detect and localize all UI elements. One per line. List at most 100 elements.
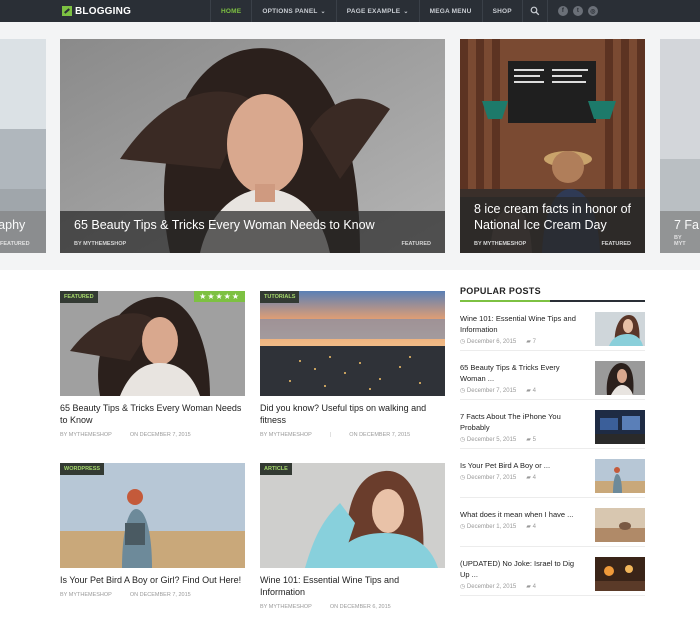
clock-icon: ◷ December 1, 2015: [460, 524, 517, 530]
post-title[interactable]: 65 Beauty Tips & Tricks Every Woman Need…: [60, 402, 245, 426]
slide-title[interactable]: 8 ice cream facts in honor of National I…: [474, 201, 635, 233]
popular-post-thumbnail[interactable]: [595, 508, 645, 542]
slide-author[interactable]: BY MYTHEMESHOP: [74, 241, 126, 247]
post-title[interactable]: Wine 101: Essential Wine Tips and Inform…: [260, 574, 445, 598]
comment-icon: ▰ 4: [526, 388, 536, 394]
carousel-slide-prev[interactable]: raphy FEATURED: [0, 39, 46, 253]
popular-post-date: December 5, 2015: [466, 437, 517, 443]
site-logo[interactable]: BLOGGING: [0, 0, 210, 22]
slide-title[interactable]: 7 Fa: [674, 217, 699, 233]
popular-post-title[interactable]: Wine 101: Essential Wine Tips and Inform…: [460, 313, 585, 335]
rating-stars: ★★★★★: [194, 291, 245, 302]
post-date: ON DECEMBER 7, 2015: [349, 432, 411, 438]
popular-post-thumbnail[interactable]: [595, 312, 645, 346]
post-date: ON DECEMBER 7, 2015: [129, 432, 191, 438]
popular-post-item[interactable]: (UPDATED) No Joke: Israel to Dig Up ... …: [460, 547, 645, 596]
featured-carousel: raphy FEATURED 65 Beauty Tips & Tricks E…: [0, 22, 700, 270]
nav-item-mega-menu[interactable]: MEGA MENU: [418, 0, 482, 22]
carousel-slide-main[interactable]: 65 Beauty Tips & Tricks Every Woman Need…: [60, 39, 445, 253]
popular-post-thumbnail[interactable]: [595, 557, 645, 591]
comment-count: 4: [532, 584, 536, 590]
popular-post-item[interactable]: What does it mean when I have ... ◷ Dece…: [460, 498, 645, 547]
nav-item-label: HOME: [221, 7, 242, 15]
post-category-tag[interactable]: ARTICLE: [260, 463, 292, 475]
popular-post-date: December 2, 2015: [466, 584, 517, 590]
post-category-tag[interactable]: FEATURED: [60, 291, 98, 303]
popular-post-thumbnail[interactable]: [595, 459, 645, 493]
post-card[interactable]: ARTICLE Wine 101: Essential Wine Tips an…: [260, 463, 445, 610]
social-links: f t ◎: [546, 0, 598, 22]
popular-post-meta: ◷ December 1, 2015 ▰ 4: [460, 523, 585, 530]
popular-post-item[interactable]: Wine 101: Essential Wine Tips and Inform…: [460, 302, 645, 351]
popular-post-item[interactable]: 7 Facts About The iPhone You Probably ◷ …: [460, 400, 645, 449]
post-author[interactable]: BY MYTHEMESHOP: [60, 432, 112, 438]
instagram-icon[interactable]: ◎: [587, 6, 598, 16]
comment-count: 4: [532, 524, 536, 530]
post-thumbnail[interactable]: TUTORIALS: [260, 291, 445, 396]
nav-item-shop[interactable]: SHOP: [481, 0, 522, 22]
slide-author[interactable]: BY MYTHEMESHOP: [474, 241, 526, 247]
popular-post-title[interactable]: 65 Beauty Tips & Tricks Every Woman ...: [460, 362, 585, 384]
post-thumbnail[interactable]: FEATURED ★★★★★: [60, 291, 245, 396]
post-author[interactable]: BY MYTHEMESHOP: [260, 432, 312, 438]
twitter-icon[interactable]: t: [572, 6, 583, 16]
comment-icon: ▰ 4: [526, 475, 536, 481]
slide-category: FEATURED: [0, 241, 30, 247]
post-category-tag[interactable]: TUTORIALS: [260, 291, 300, 303]
slide-meta: BY MYT: [674, 235, 686, 247]
logo-icon: [62, 6, 72, 16]
popular-post-item[interactable]: 65 Beauty Tips & Tricks Every Woman ... …: [460, 351, 645, 400]
post-meta: BY MYTHEMESHOP ON DECEMBER 7, 2015: [60, 592, 245, 598]
popular-posts-widget: POPULAR POSTS Wine 101: Essential Wine T…: [460, 286, 645, 596]
post-card[interactable]: FEATURED ★★★★★ 65 Beauty Tips & Tricks E…: [60, 291, 245, 438]
slide-category[interactable]: FEATURED: [401, 241, 431, 247]
carousel-slide-next[interactable]: 7 Fa BY MYT: [660, 39, 700, 253]
clock-icon: ◷ December 7, 2015: [460, 475, 517, 481]
comment-count: 7: [532, 339, 536, 345]
post-date: ON DECEMBER 6, 2015: [329, 604, 391, 610]
search-icon: [530, 6, 540, 16]
popular-post-title[interactable]: (UPDATED) No Joke: Israel to Dig Up ...: [460, 558, 585, 580]
nav-item-label: MEGA MENU: [429, 7, 472, 15]
popular-post-thumbnail[interactable]: [595, 410, 645, 444]
nav-item-page-example[interactable]: PAGE EXAMPLE ⌄: [335, 0, 419, 22]
slide-title[interactable]: raphy: [0, 217, 25, 233]
post-date: ON DECEMBER 7, 2015: [129, 592, 191, 598]
popular-post-thumbnail[interactable]: [595, 361, 645, 395]
nav-item-home[interactable]: HOME: [210, 0, 251, 22]
popular-post-date: December 6, 2015: [466, 339, 517, 345]
post-card[interactable]: WORDPRESS Is Your Pet Bird A Boy or Girl…: [60, 463, 245, 598]
popular-post-title[interactable]: What does it mean when I have ...: [460, 509, 585, 520]
widget-heading: POPULAR POSTS: [460, 286, 645, 302]
top-navbar: BLOGGING HOME OPTIONS PANEL ⌄ PAGE EXAMPL…: [0, 0, 700, 22]
slide-title[interactable]: 65 Beauty Tips & Tricks Every Woman Need…: [74, 217, 375, 233]
slide-meta: BY MYTHEMESHOP FEATURED: [474, 241, 631, 247]
comment-icon: ▰ 7: [526, 339, 536, 345]
popular-post-meta: ◷ December 2, 2015 ▰ 4: [460, 583, 585, 590]
popular-post-title[interactable]: Is Your Pet Bird A Boy or ...: [460, 460, 585, 471]
post-author[interactable]: BY MYTHEMESHOP: [260, 604, 312, 610]
site-name: BLOGGING: [75, 5, 132, 17]
post-thumbnail[interactable]: ARTICLE: [260, 463, 445, 568]
nav-item-options-panel[interactable]: OPTIONS PANEL ⌄: [251, 0, 335, 22]
popular-post-date: December 7, 2015: [466, 388, 517, 394]
carousel-slide-second[interactable]: 8 ice cream facts in honor of National I…: [460, 39, 645, 253]
comment-count: 5: [532, 437, 536, 443]
main-menu: HOME OPTIONS PANEL ⌄ PAGE EXAMPLE ⌄ MEGA M…: [210, 0, 522, 22]
post-thumbnail[interactable]: WORDPRESS: [60, 463, 245, 568]
popular-post-date: December 1, 2015: [466, 524, 517, 530]
post-category-tag[interactable]: WORDPRESS: [60, 463, 105, 475]
nav-item-label: PAGE EXAMPLE: [346, 7, 401, 15]
search-button[interactable]: [521, 0, 547, 22]
post-meta: BY MYTHEMESHOP | ON DECEMBER 7, 2015: [260, 432, 445, 438]
post-card[interactable]: TUTORIALS Did you know? Useful tips on w…: [260, 291, 445, 438]
popular-post-item[interactable]: Is Your Pet Bird A Boy or ... ◷ December…: [460, 449, 645, 498]
popular-post-title[interactable]: 7 Facts About The iPhone You Probably: [460, 411, 585, 433]
post-title[interactable]: Is Your Pet Bird A Boy or Girl? Find Out…: [60, 574, 245, 586]
facebook-icon[interactable]: f: [557, 6, 568, 16]
slide-meta: BY MYTHEMESHOP FEATURED: [74, 241, 431, 247]
slide-category[interactable]: FEATURED: [601, 241, 631, 247]
post-title[interactable]: Did you know? Useful tips on walking and…: [260, 402, 445, 426]
post-author[interactable]: BY MYTHEMESHOP: [60, 592, 112, 598]
popular-post-meta: ◷ December 5, 2015 ▰ 5: [460, 436, 585, 443]
